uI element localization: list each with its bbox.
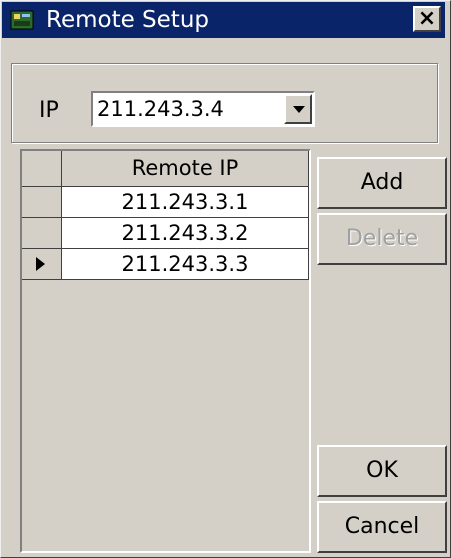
title-bar[interactable]: Remote Setup × (2, 2, 445, 38)
ip-dropdown-button[interactable] (284, 94, 312, 124)
row-indicator[interactable] (22, 218, 62, 249)
remote-ip-grid[interactable]: Remote IP 211.243.3.1 211.243.3.2 211.24… (20, 149, 311, 553)
ip-combobox-value[interactable]: 211.243.3.4 (97, 97, 224, 121)
ip-label: IP (39, 98, 59, 123)
chevron-down-icon (293, 106, 305, 113)
close-button[interactable]: × (413, 6, 441, 32)
table-row[interactable]: 211.243.3.2 (22, 218, 309, 249)
delete-button[interactable]: Delete (317, 213, 447, 265)
row-indicator[interactable] (22, 187, 62, 218)
remote-ip-cell[interactable]: 211.243.3.1 (62, 187, 309, 218)
grid-indicator-header (22, 151, 62, 187)
table-row[interactable]: 211.243.3.3 (22, 249, 309, 280)
window-title: Remote Setup (46, 7, 209, 33)
remote-setup-dialog: Remote Setup × IP 211.243.3.4 Remote IP … (0, 0, 451, 558)
close-icon: × (417, 6, 437, 31)
remote-ip-cell[interactable]: 211.243.3.3 (62, 249, 309, 280)
column-header-remote-ip[interactable]: Remote IP (62, 151, 309, 187)
cancel-button[interactable]: Cancel (317, 501, 447, 553)
add-button[interactable]: Add (317, 157, 447, 209)
app-icon (10, 10, 34, 30)
ok-button[interactable]: OK (317, 445, 447, 497)
remote-ip-cell[interactable]: 211.243.3.2 (62, 218, 309, 249)
ip-combobox[interactable]: 211.243.3.4 (91, 91, 315, 127)
row-indicator[interactable] (22, 249, 62, 280)
table-row[interactable]: 211.243.3.1 (22, 187, 309, 218)
current-row-pointer-icon (36, 257, 45, 271)
